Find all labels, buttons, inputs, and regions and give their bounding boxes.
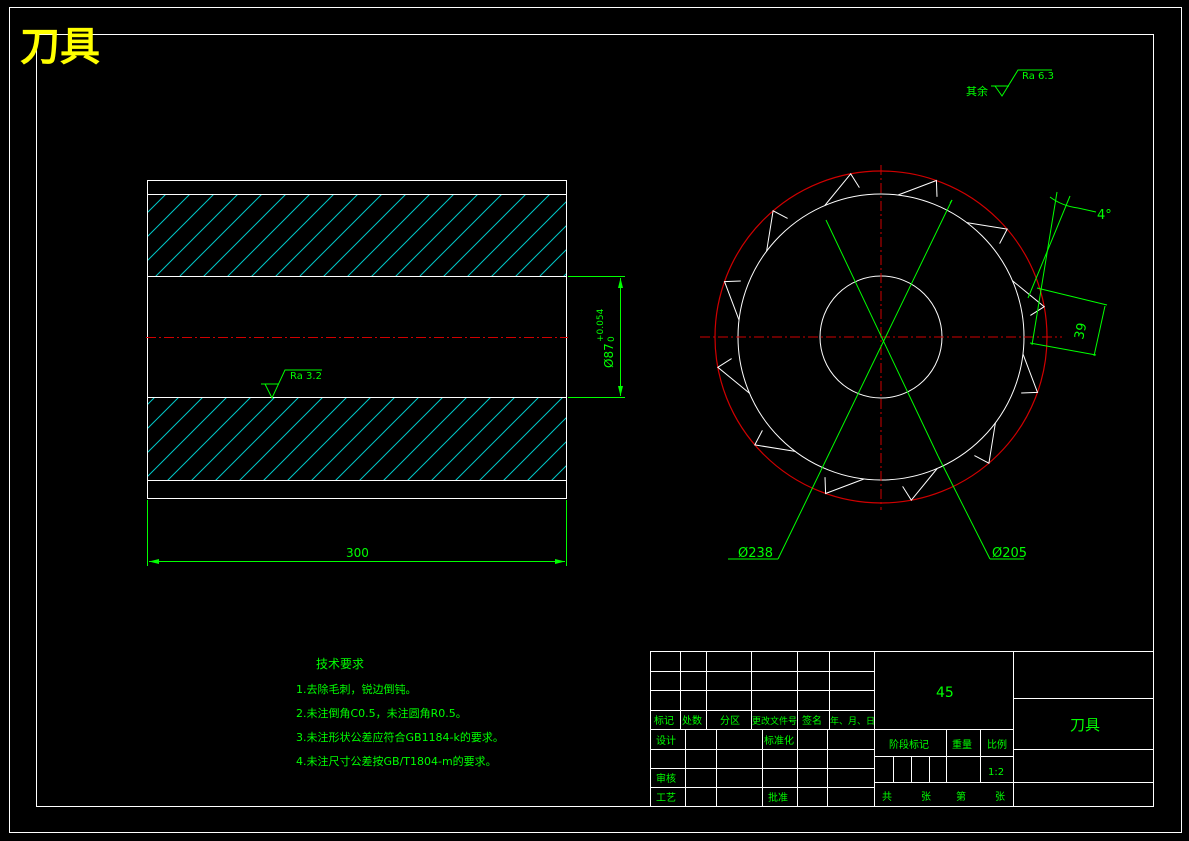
tb-hdr-zone: 分区 — [720, 715, 740, 727]
drawing-title: 刀具 — [20, 24, 100, 70]
tech-item-1: 1.去除毛刺，锐边倒钝。 — [296, 682, 417, 696]
engineering-drawing: 刀具 其余 Ra 6.3 Ra 3.2 Ø87 +0.054 0 300 Ø23… — [9, 7, 1182, 833]
cutter-tooth — [1021, 353, 1039, 394]
general-roughness-symbol: 其余 Ra 6.3 — [966, 69, 1054, 98]
bore-tol-lower: 0 — [607, 336, 617, 342]
tech-requirements: 技术要求 1.去除毛刺，锐边倒钝。 2.未注倒角C0.5，未注圆角R0.5。 3… — [296, 657, 504, 768]
roughness-prefix: 其余 — [966, 84, 988, 98]
upper-hatch — [148, 194, 566, 276]
tb-scale: 1:2 — [988, 767, 1004, 778]
tech-heading: 技术要求 — [316, 657, 364, 671]
tech-item-2: 2.未注倒角C0.5，未注圆角R0.5。 — [296, 706, 467, 720]
cutter-tooth — [824, 477, 865, 495]
end-view: Ø238 Ø205 4° 39 — [700, 165, 1112, 561]
tb-hdr-count: 处数 — [682, 714, 702, 727]
tb-standardize: 标准化 — [764, 734, 794, 747]
outer-dim-text: Ø238 — [738, 546, 773, 561]
tb-sheets: 张 — [921, 791, 931, 803]
length-dimension: 300 — [147, 500, 567, 566]
bore-dim-text: Ø87 — [602, 343, 616, 368]
pitch-dim-text: 39 — [1072, 322, 1090, 341]
tech-item-3: 3.未注形状公差应符合GB1184-k的要求。 — [296, 730, 504, 744]
tb-part-name: 刀具 — [1070, 716, 1100, 734]
tb-scale-label: 比例 — [987, 738, 1007, 751]
section-view: Ra 3.2 Ø87 +0.054 0 300 — [146, 180, 625, 566]
tb-hdr-date: 年、月、日 — [830, 715, 875, 727]
tb-total: 共 — [882, 791, 892, 803]
tb-hdr-mark: 标记 — [654, 715, 674, 727]
tb-approve: 批准 — [768, 791, 788, 804]
tb-no: 第 — [956, 790, 966, 803]
tb-process: 工艺 — [656, 792, 676, 804]
tb-hdr-docno: 更改文件号 — [752, 715, 797, 727]
bore-roughness-symbol: Ra 3.2 — [261, 369, 322, 400]
tb-review: 审核 — [656, 772, 676, 785]
title-block: 标记 处数 分区 更改文件号 签名 年、月、日 设计 标准化 审核 工艺 批准 … — [650, 651, 1154, 807]
bore-tol-upper: +0.054 — [596, 308, 606, 342]
bore-roughness-value: Ra 3.2 — [290, 371, 322, 382]
roughness-general-value: Ra 6.3 — [1022, 71, 1054, 82]
cutter-tooth — [897, 179, 938, 197]
bore-diameter-dimension: Ø87 +0.054 0 — [568, 276, 625, 398]
tb-weight: 重量 — [952, 738, 972, 751]
tech-item-4: 4.未注尺寸公差按GB/T1804-m的要求。 — [296, 754, 497, 768]
angle-dim-text: 4° — [1097, 208, 1112, 223]
tb-hdr-sign: 签名 — [802, 714, 822, 727]
tb-stage-mark: 阶段标记 — [889, 738, 929, 751]
tb-design: 设计 — [656, 734, 676, 747]
tb-material: 45 — [936, 685, 954, 701]
cutter-tooth — [723, 280, 741, 321]
lower-hatch — [148, 398, 566, 480]
root-dim-text: Ø205 — [992, 546, 1027, 561]
length-dim-text: 300 — [346, 546, 369, 560]
tb-sheet: 张 — [995, 791, 1005, 803]
